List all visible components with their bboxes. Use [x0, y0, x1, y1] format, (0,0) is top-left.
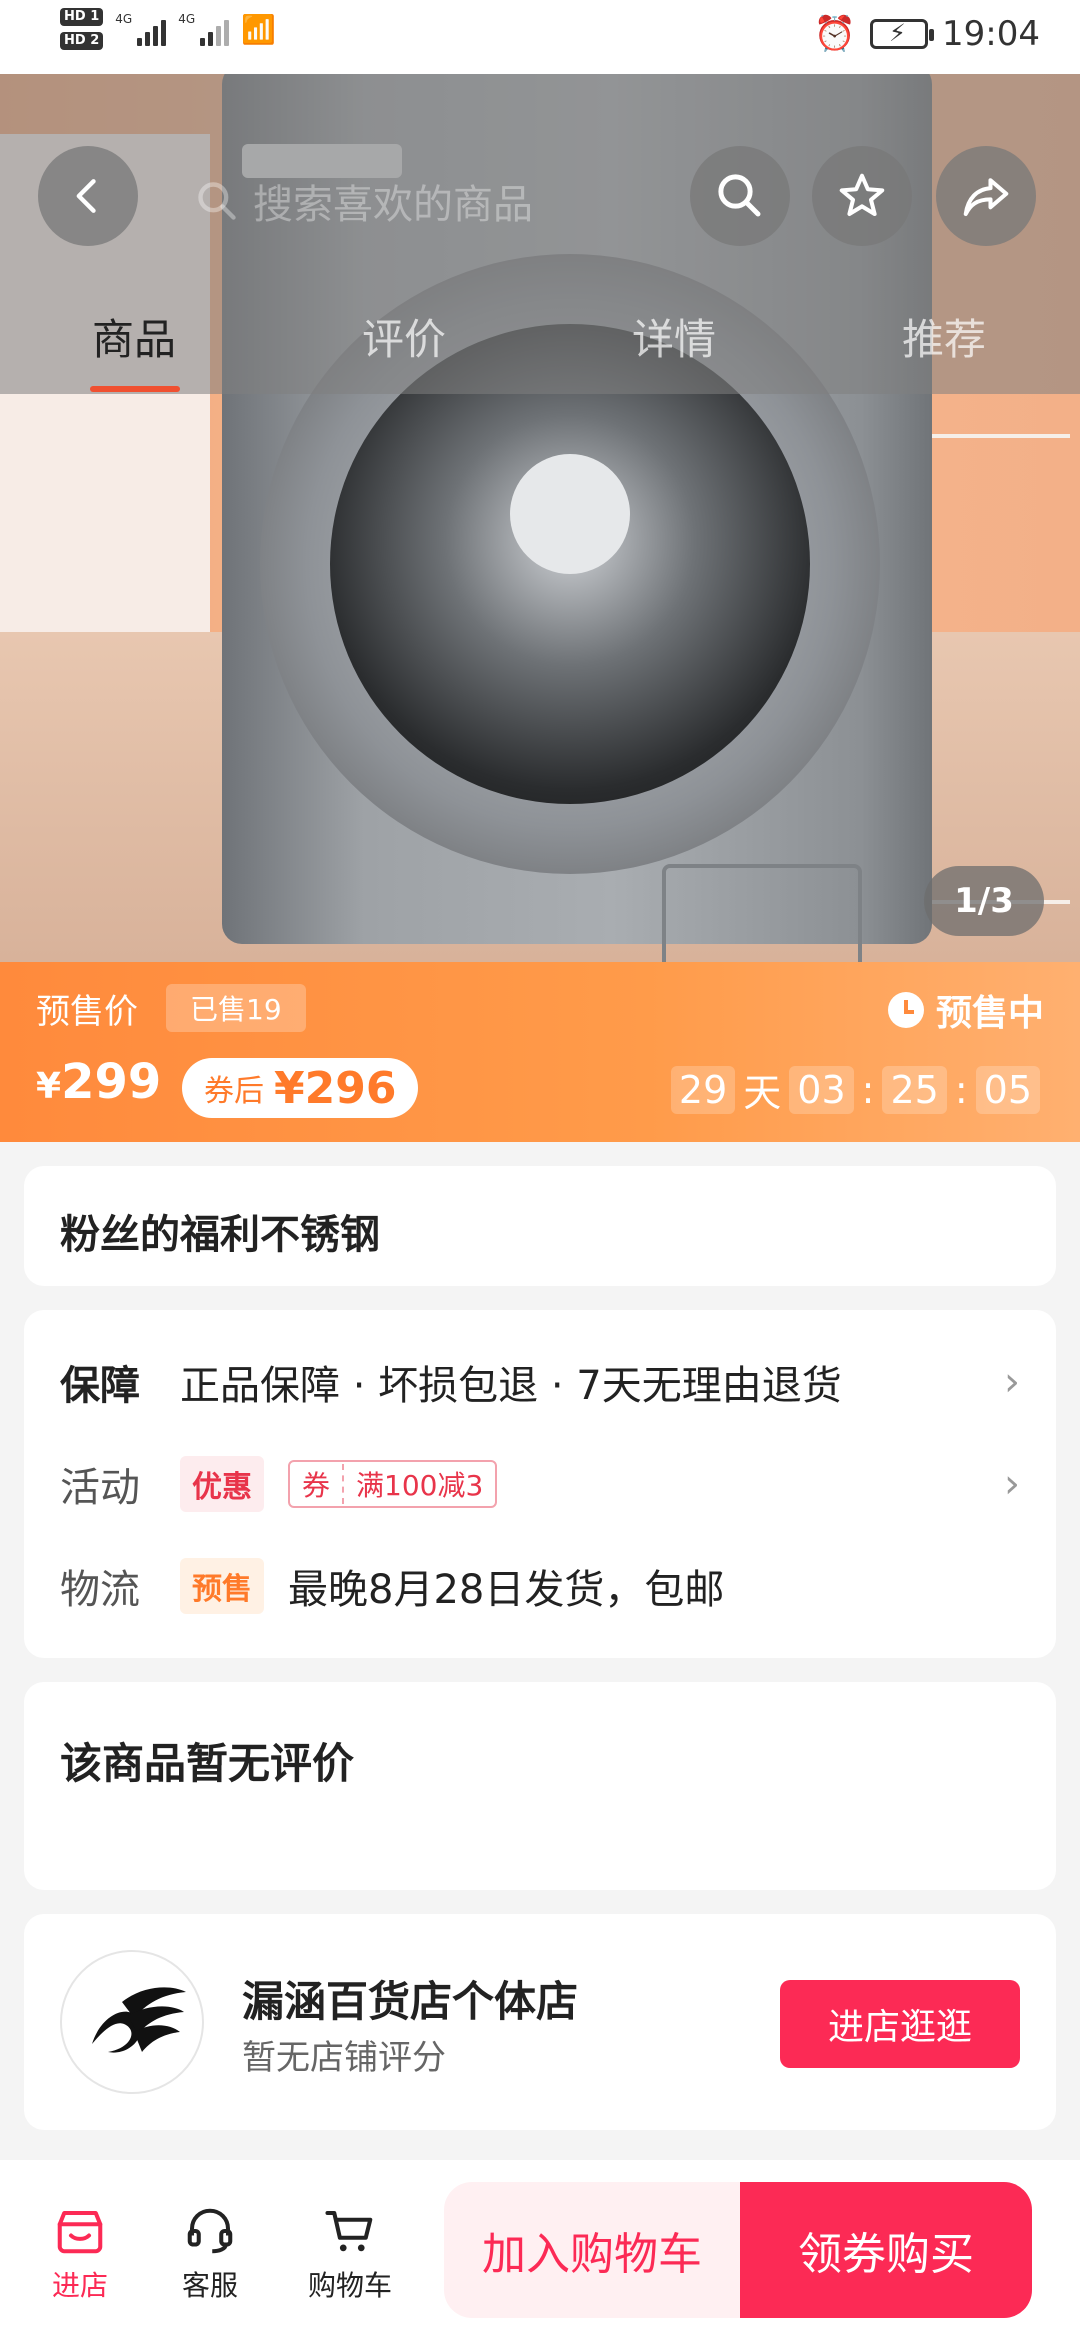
reviews-card: 该商品暂无评价 [24, 1682, 1056, 1890]
status-bar-left: HD 1 HD 2 4G 4G 📶 [60, 8, 276, 50]
alarm-icon: ⏰ [813, 14, 857, 54]
presale-tag: 预售 [180, 1558, 264, 1614]
chevron-left-icon [76, 179, 96, 213]
share-icon [963, 178, 1009, 217]
discount-tag: 优惠 [180, 1456, 264, 1512]
network-type-1: 4G [115, 12, 133, 26]
store-label: 进店 [51, 2269, 108, 2302]
network-type-2: 4G [178, 12, 196, 26]
price-value: 299 [61, 1054, 162, 1110]
search-icon [198, 182, 236, 220]
search-placeholder: 搜索喜欢的商品 [253, 182, 533, 228]
star-icon [839, 173, 885, 217]
add-to-cart-button[interactable]: 加入购物车 [444, 2182, 740, 2318]
tab-details[interactable]: 详情 [632, 306, 716, 367]
wifi-icon: 📶 [241, 12, 276, 46]
search-input[interactable]: 搜索喜欢的商品 [195, 172, 533, 230]
swan-logo-icon [92, 1987, 186, 2053]
share-button[interactable] [936, 146, 1036, 246]
countdown-days-unit: 天 [743, 1071, 782, 1115]
currency-symbol: ¥ [274, 1062, 305, 1114]
countdown-hours: 03 [789, 1065, 854, 1114]
logistics-label: 物流 [60, 1567, 140, 1613]
countdown-separator: : [954, 1067, 968, 1112]
cart-label: 购物车 [307, 2269, 392, 2302]
presale-status-text: 预售中 [935, 993, 1044, 1034]
store-button[interactable]: 进店 [20, 2204, 140, 2304]
countdown-separator: : [861, 1067, 875, 1112]
no-reviews-text: 该商品暂无评价 [60, 1739, 355, 1788]
signal-icon-2: 4G [178, 12, 230, 46]
price: ¥299 [36, 1054, 161, 1110]
activity-label: 活动 [60, 1465, 140, 1511]
logistics-text: 最晚8月28日发货，包邮 [288, 1567, 725, 1613]
sim2-badge: HD 2 [60, 32, 104, 50]
currency-symbol: ¥ [36, 1066, 62, 1107]
store-icon [57, 2210, 103, 2254]
search-button[interactable] [690, 146, 790, 246]
battery-icon: ⚡ [870, 19, 935, 49]
presale-label: 预售价 [36, 992, 138, 1032]
countdown-days: 29 [670, 1065, 736, 1114]
cart-icon [325, 2210, 373, 2252]
headset-icon [187, 2208, 233, 2254]
tab-reviews[interactable]: 评价 [362, 306, 446, 367]
guarantee-row[interactable]: 保障 正品保障 · 坏损包退 · 7天无理由退货 › [60, 1352, 1020, 1412]
back-button[interactable] [38, 146, 138, 246]
favorite-button[interactable] [812, 146, 912, 246]
countdown-seconds: 05 [975, 1065, 1040, 1114]
coupon-price-value: 296 [304, 1062, 397, 1114]
service-label: 客服 [181, 2269, 238, 2302]
activity-row[interactable]: 活动 优惠 券 满100减3 › [60, 1454, 1020, 1514]
guarantee-text: 正品保障 · 坏损包退 · 7天无理由退货 [180, 1363, 842, 1409]
status-bar: HD 1 HD 2 4G 4G 📶 ⏰ ⚡ 19:04 [0, 0, 1080, 74]
clock-time: 19:04 [942, 14, 1040, 54]
product-title: 粉丝的福利不锈钢 [60, 1212, 380, 1258]
coupon-tag-value: 满100减3 [356, 1469, 484, 1502]
coupon-tag[interactable]: 券 满100减3 [288, 1460, 498, 1508]
sold-count: 已售19 [166, 984, 306, 1032]
logistics-row: 物流 预售 最晚8月28日发货，包邮 [60, 1556, 1020, 1616]
coupon-price-label: 券后 [204, 1074, 264, 1109]
cart-nav-button[interactable]: 购物车 [290, 2204, 410, 2304]
shop-name[interactable]: 漏涵百货店个体店 [242, 1968, 578, 2029]
shop-logo[interactable] [60, 1950, 204, 2094]
sim1-badge: HD 1 [60, 8, 104, 26]
customer-service-button[interactable]: 客服 [150, 2204, 270, 2304]
image-pager: 1/3 [924, 866, 1044, 936]
chevron-right-icon: › [1004, 1461, 1020, 1507]
tab-product[interactable]: 商品 [92, 306, 176, 367]
shop-card: 漏涵百货店个体店 暂无店铺评分 进店逛逛 [24, 1914, 1056, 2130]
countdown-timer: 29 天 03 : 25 : 05 [670, 1062, 1040, 1117]
product-title-card: 粉丝的福利不锈钢 [24, 1166, 1056, 1286]
shop-rating: 暂无店铺评分 [242, 2038, 446, 2078]
signal-icon-1: 4G [115, 12, 167, 46]
price-bar: 预售价 已售19 预售中 ¥299 券后 ¥296 29 天 03 : 25 :… [0, 962, 1080, 1142]
countdown-minutes: 25 [882, 1065, 947, 1114]
coupon-tag-type: 券 [290, 1464, 345, 1504]
tab-bar: 商品 评价 详情 推荐 [0, 288, 1080, 394]
search-icon [718, 174, 761, 217]
chevron-right-icon: › [1004, 1359, 1020, 1405]
presale-status: 预售中 [887, 984, 1044, 1036]
enter-shop-button[interactable]: 进店逛逛 [780, 1980, 1020, 2068]
bottom-action-bar: 进店 客服 购物车 加入购物车 领券购买 [0, 2160, 1080, 2340]
service-info-card: 保障 正品保障 · 坏损包退 · 7天无理由退货 › 活动 优惠 券 满100减… [24, 1310, 1056, 1658]
tab-recommend[interactable]: 推荐 [902, 306, 986, 367]
buy-with-coupon-button[interactable]: 领券购买 [740, 2182, 1032, 2318]
clock-icon [887, 992, 924, 1028]
coupon-price-badge: 券后 ¥296 [182, 1058, 419, 1118]
guarantee-label: 保障 [60, 1363, 140, 1409]
active-tab-indicator [90, 386, 180, 392]
status-bar-right: ⏰ ⚡ 19:04 [814, 14, 1040, 54]
